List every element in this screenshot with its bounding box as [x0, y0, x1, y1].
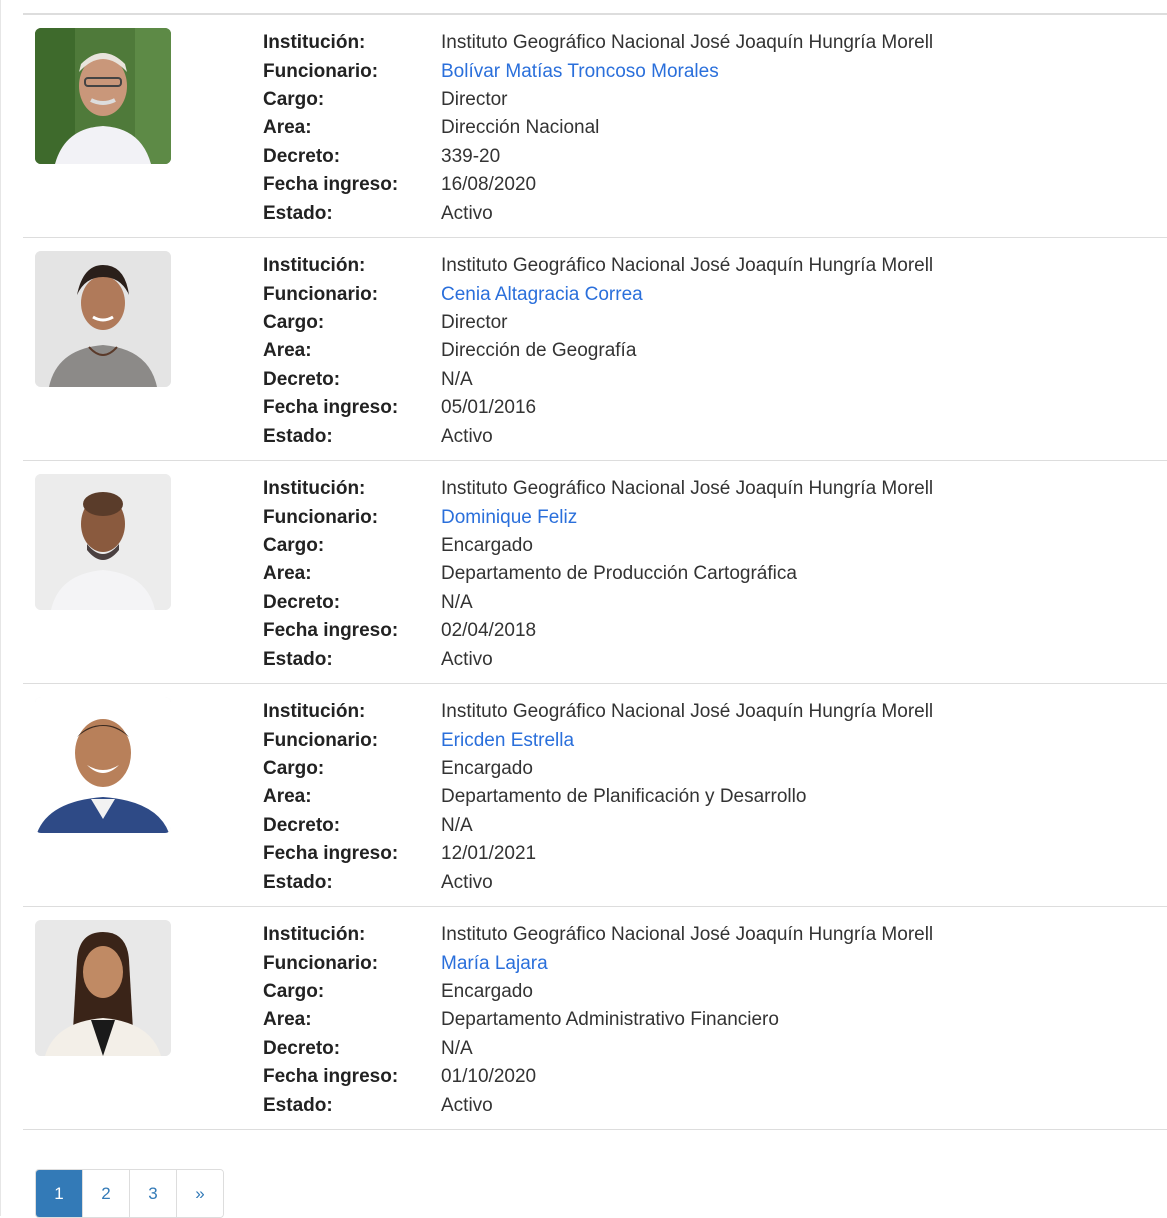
- cargo-label: Cargo:: [263, 757, 325, 779]
- institucion-label: Institución:: [263, 701, 366, 723]
- cargo-value: Encargado: [441, 980, 533, 1002]
- area-label: Area:: [263, 786, 312, 808]
- funcionario-link[interactable]: Ericden Estrella: [441, 730, 574, 752]
- estado-value: Activo: [441, 1094, 493, 1116]
- cargo-label: Cargo:: [263, 534, 325, 556]
- list-item: Institución: Instituto Geográfico Naciona…: [23, 684, 1167, 907]
- institucion-value: Instituto Geográfico Nacional José Joaqu…: [441, 32, 934, 54]
- funcionario-label: Funcionario:: [263, 952, 379, 974]
- page-left-border: [0, 0, 1, 1216]
- area-value: Departamento Administrativo Financiero: [441, 1009, 779, 1031]
- estado-label: Estado:: [263, 871, 333, 893]
- institucion-label: Institución:: [263, 255, 366, 277]
- estado-label: Estado:: [263, 425, 333, 447]
- official-photo: [35, 697, 171, 833]
- pagination: 1 2 3 »: [35, 1169, 224, 1218]
- decreto-value: N/A: [441, 368, 473, 390]
- funcionario-label: Funcionario:: [263, 729, 379, 751]
- institucion-label: Institución:: [263, 478, 366, 500]
- area-label: Area:: [263, 117, 312, 139]
- fecha-ingreso-label: Fecha ingreso:: [263, 1066, 399, 1088]
- list-item: Institución: Instituto Geográfico Naciona…: [23, 461, 1167, 684]
- funcionario-link[interactable]: Cenia Altagracia Correa: [441, 284, 643, 306]
- estado-label: Estado:: [263, 202, 333, 224]
- fecha-ingreso-value: 12/01/2021: [441, 843, 537, 865]
- next-page-button[interactable]: »: [176, 1170, 223, 1217]
- page-1-button[interactable]: 1: [36, 1170, 82, 1217]
- institucion-value: Instituto Geográfico Nacional José Joaqu…: [441, 701, 934, 723]
- institucion-value: Instituto Geográfico Nacional José Joaqu…: [441, 924, 934, 946]
- cargo-value: Director: [441, 311, 508, 333]
- funcionario-link[interactable]: Bolívar Matías Troncoso Morales: [441, 61, 719, 83]
- fecha-ingreso-value: 05/01/2016: [441, 397, 537, 419]
- area-value: Departamento de Planificación y Desarrol…: [441, 786, 807, 808]
- decreto-label: Decreto:: [263, 368, 341, 390]
- fecha-ingreso-label: Fecha ingreso:: [263, 397, 399, 419]
- fecha-ingreso-label: Fecha ingreso:: [263, 843, 399, 865]
- record-fields: Institución: Instituto Geográfico Naciona…: [263, 698, 933, 897]
- decreto-label: Decreto:: [263, 1037, 341, 1059]
- estado-value: Activo: [441, 425, 493, 447]
- fecha-ingreso-label: Fecha ingreso:: [263, 620, 399, 642]
- record-fields: Institución: Instituto Geográfico Naciona…: [263, 475, 933, 674]
- record-fields: Institución: Instituto Geográfico Naciona…: [263, 252, 933, 451]
- funcionario-label: Funcionario:: [263, 283, 379, 305]
- decreto-value: N/A: [441, 814, 473, 836]
- institucion-value: Instituto Geográfico Nacional José Joaqu…: [441, 255, 934, 277]
- estado-value: Activo: [441, 871, 493, 893]
- area-label: Area:: [263, 563, 312, 585]
- area-value: Departamento de Producción Cartográfica: [441, 563, 797, 585]
- decreto-value: 339-20: [441, 145, 501, 167]
- page-3-button[interactable]: 3: [129, 1170, 176, 1217]
- cargo-label: Cargo:: [263, 311, 325, 333]
- funcionario-link[interactable]: María Lajara: [441, 953, 548, 975]
- cargo-value: Encargado: [441, 757, 533, 779]
- official-photo: [35, 251, 171, 387]
- decreto-label: Decreto:: [263, 814, 341, 836]
- estado-label: Estado:: [263, 1094, 333, 1116]
- record-fields: Institución: Instituto Geográfico Naciona…: [263, 921, 933, 1120]
- fecha-ingreso-value: 01/10/2020: [441, 1066, 537, 1088]
- record-fields: Institución: Instituto Geográfico Naciona…: [263, 29, 933, 228]
- funcionario-link[interactable]: Dominique Feliz: [441, 507, 577, 529]
- decreto-value: N/A: [441, 591, 473, 613]
- area-value: Dirección de Geografía: [441, 340, 637, 362]
- list-item: Institución: Instituto Geográfico Naciona…: [23, 15, 1167, 238]
- official-photo: [35, 920, 171, 1056]
- cargo-value: Director: [441, 88, 508, 110]
- fecha-ingreso-value: 16/08/2020: [441, 174, 537, 196]
- officials-list: Institución: Instituto Geográfico Naciona…: [23, 13, 1167, 1130]
- cargo-label: Cargo:: [263, 980, 325, 1002]
- area-value: Dirección Nacional: [441, 117, 600, 139]
- fecha-ingreso-value: 02/04/2018: [441, 620, 537, 642]
- funcionario-label: Funcionario:: [263, 506, 379, 528]
- decreto-value: N/A: [441, 1037, 473, 1059]
- estado-label: Estado:: [263, 648, 333, 670]
- official-photo: [35, 28, 171, 164]
- institucion-value: Instituto Geográfico Nacional José Joaqu…: [441, 478, 934, 500]
- estado-value: Activo: [441, 648, 493, 670]
- fecha-ingreso-label: Fecha ingreso:: [263, 174, 399, 196]
- decreto-label: Decreto:: [263, 145, 341, 167]
- institucion-label: Institución:: [263, 924, 366, 946]
- funcionario-label: Funcionario:: [263, 60, 379, 82]
- cargo-label: Cargo:: [263, 88, 325, 110]
- official-photo: [35, 474, 171, 610]
- institucion-label: Institución:: [263, 32, 366, 54]
- cargo-value: Encargado: [441, 534, 533, 556]
- decreto-label: Decreto:: [263, 591, 341, 613]
- estado-value: Activo: [441, 202, 493, 224]
- area-label: Area:: [263, 1009, 312, 1031]
- list-item: Institución: Instituto Geográfico Naciona…: [23, 907, 1167, 1130]
- area-label: Area:: [263, 340, 312, 362]
- page-2-button[interactable]: 2: [82, 1170, 129, 1217]
- list-item: Institución: Instituto Geográfico Naciona…: [23, 238, 1167, 461]
